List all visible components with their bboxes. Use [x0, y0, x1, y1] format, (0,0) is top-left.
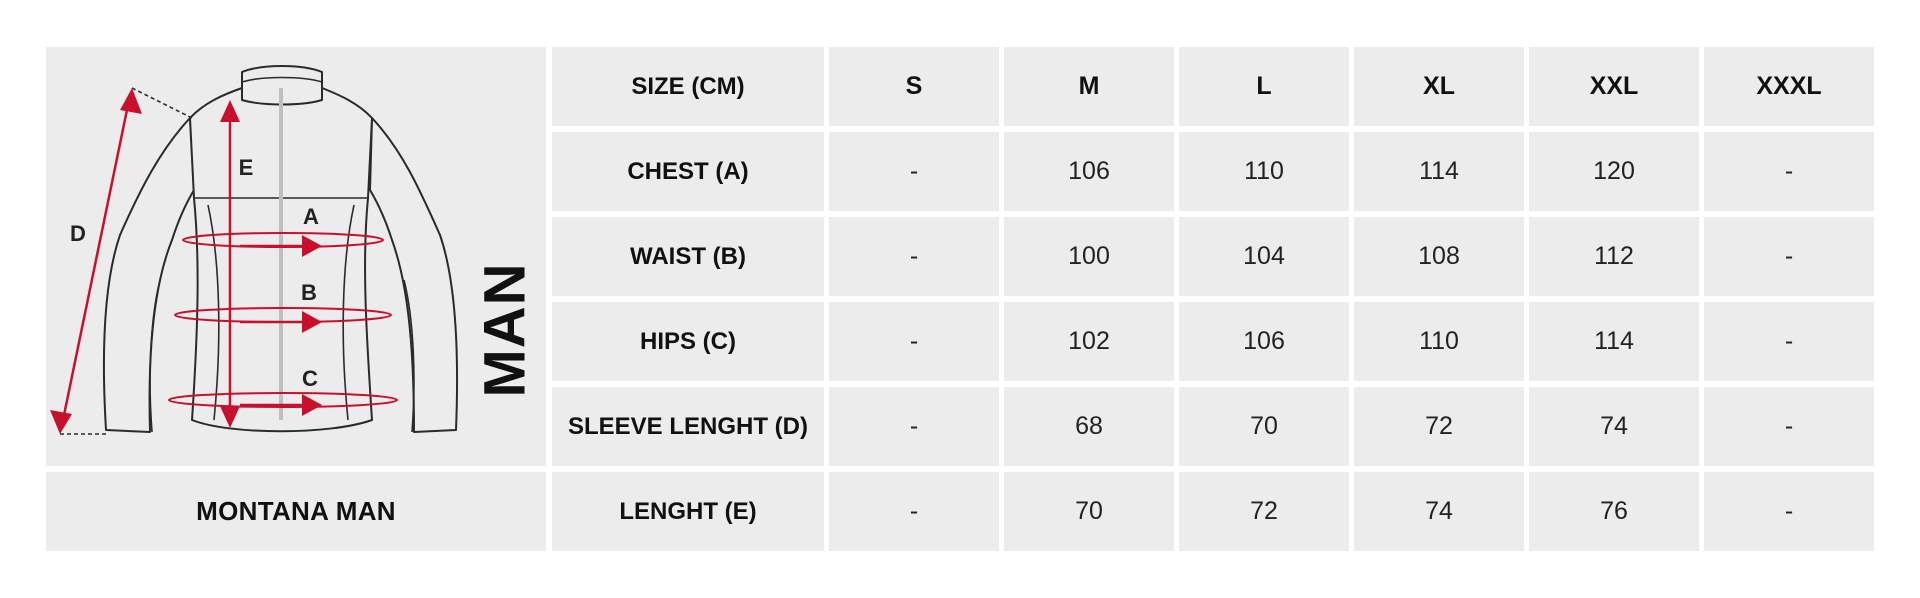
size-header-label: SIZE (CM) — [631, 72, 745, 100]
measurement-label: HIPS (C) — [640, 327, 736, 355]
measurement-value-cell: 100 — [1004, 217, 1174, 296]
product-name-panel: MONTANA MAN — [46, 472, 546, 551]
measurement-value-cell: - — [829, 217, 999, 296]
size-column-header-cell: S — [829, 47, 999, 126]
size-column-header: XL — [1423, 72, 1455, 100]
measurement-label-cell: CHEST (A) — [552, 132, 824, 211]
size-column-header: XXL — [1589, 72, 1639, 100]
size-column-header: L — [1256, 72, 1272, 100]
measurement-value-cell: 104 — [1179, 217, 1349, 296]
label-a: A — [303, 204, 319, 229]
measurement-value-cell: - — [1704, 217, 1874, 296]
measurement-value: 110 — [1244, 157, 1284, 185]
label-d: D — [70, 221, 86, 246]
measurement-value: - — [1784, 327, 1794, 355]
measurement-label: SLEEVE LENGHT (D) — [567, 412, 808, 440]
measurement-label-cell: LENGHT (E) — [552, 472, 824, 551]
measurement-label: WAIST (B) — [630, 242, 746, 270]
label-b: B — [301, 280, 317, 305]
measurement-value-cell: 106 — [1179, 302, 1349, 381]
measurement-label-cell: HIPS (C) — [552, 302, 824, 381]
gender-label: MAN — [472, 262, 538, 398]
measurement-value-cell: - — [829, 472, 999, 551]
measurement-value: - — [909, 497, 919, 525]
measurement-value: 108 — [1418, 242, 1460, 270]
size-column-header-cell: XXL — [1529, 47, 1699, 126]
measurement-label: LENGHT (E) — [619, 497, 757, 525]
measurement-value-cell: - — [829, 302, 999, 381]
measurement-label-cell: WAIST (B) — [552, 217, 824, 296]
measurement-value: - — [1784, 497, 1794, 525]
measurement-value: - — [1784, 242, 1794, 270]
measurement-value-cell: 74 — [1529, 387, 1699, 466]
label-e: E — [238, 155, 254, 180]
measurement-value: 106 — [1243, 327, 1285, 355]
measurement-value-cell: 72 — [1179, 472, 1349, 551]
size-column-header-cell: XL — [1354, 47, 1524, 126]
size-column-header: XXXL — [1756, 72, 1822, 100]
measurement-value-cell: - — [1704, 387, 1874, 466]
measurement-value: - — [1784, 412, 1794, 440]
size-column-header-cell: XXXL — [1704, 47, 1874, 126]
size-column-header: S — [905, 72, 923, 100]
measurement-value-cell: 110 — [1354, 302, 1524, 381]
label-c: C — [302, 366, 318, 391]
measurement-value-cell: 70 — [1179, 387, 1349, 466]
measurement-value-cell: 106 — [1004, 132, 1174, 211]
measurement-value: 120 — [1593, 157, 1635, 185]
measurement-value-cell: 110 — [1179, 132, 1349, 211]
measurement-value-cell: - — [1704, 472, 1874, 551]
measurement-value-cell: - — [1704, 132, 1874, 211]
product-name: MONTANA MAN — [196, 496, 396, 526]
size-column-header-cell: M — [1004, 47, 1174, 126]
measurement-value-cell: - — [829, 132, 999, 211]
measurement-value: 100 — [1068, 242, 1110, 270]
measurement-value-cell: 72 — [1354, 387, 1524, 466]
measurement-value: - — [909, 327, 919, 355]
measurement-value-cell: 70 — [1004, 472, 1174, 551]
size-header-label-cell: SIZE (CM) — [552, 47, 824, 126]
measurement-value: 112 — [1594, 242, 1634, 270]
measurement-value: 74 — [1600, 412, 1628, 440]
measurement-value: - — [909, 242, 919, 270]
measurement-value: 106 — [1068, 157, 1110, 185]
measurement-value-cell: 114 — [1354, 132, 1524, 211]
measurement-value-cell: 108 — [1354, 217, 1524, 296]
measurement-value: 114 — [1594, 327, 1634, 355]
measurement-value: 76 — [1600, 497, 1628, 525]
measurement-label-cell: SLEEVE LENGHT (D) — [552, 387, 824, 466]
measurement-value: - — [909, 157, 919, 185]
measurement-value-cell: 102 — [1004, 302, 1174, 381]
measurement-value-cell: 76 — [1529, 472, 1699, 551]
measurement-value: 114 — [1419, 157, 1459, 185]
size-column-header-cell: L — [1179, 47, 1349, 126]
measurement-value-cell: 68 — [1004, 387, 1174, 466]
measurement-value: 72 — [1250, 497, 1278, 525]
measurement-value: 72 — [1425, 412, 1453, 440]
measurement-value: 102 — [1068, 327, 1110, 355]
measurement-value-cell: 74 — [1354, 472, 1524, 551]
measurement-value-cell: - — [1704, 302, 1874, 381]
measurement-value: - — [909, 412, 919, 440]
measurement-value-cell: - — [829, 387, 999, 466]
measurement-value-cell: 120 — [1529, 132, 1699, 211]
size-column-header: M — [1078, 72, 1100, 100]
measurement-value: 104 — [1243, 242, 1285, 270]
measurement-value-cell: 114 — [1529, 302, 1699, 381]
measurement-value: 70 — [1250, 412, 1278, 440]
measurement-value: 70 — [1075, 497, 1103, 525]
measurement-value: 110 — [1419, 327, 1459, 355]
measurement-value-cell: 112 — [1529, 217, 1699, 296]
measurement-value: 68 — [1075, 412, 1103, 440]
measurement-value: - — [1784, 157, 1794, 185]
measurement-value: 74 — [1425, 497, 1453, 525]
measurement-label: CHEST (A) — [627, 157, 749, 185]
